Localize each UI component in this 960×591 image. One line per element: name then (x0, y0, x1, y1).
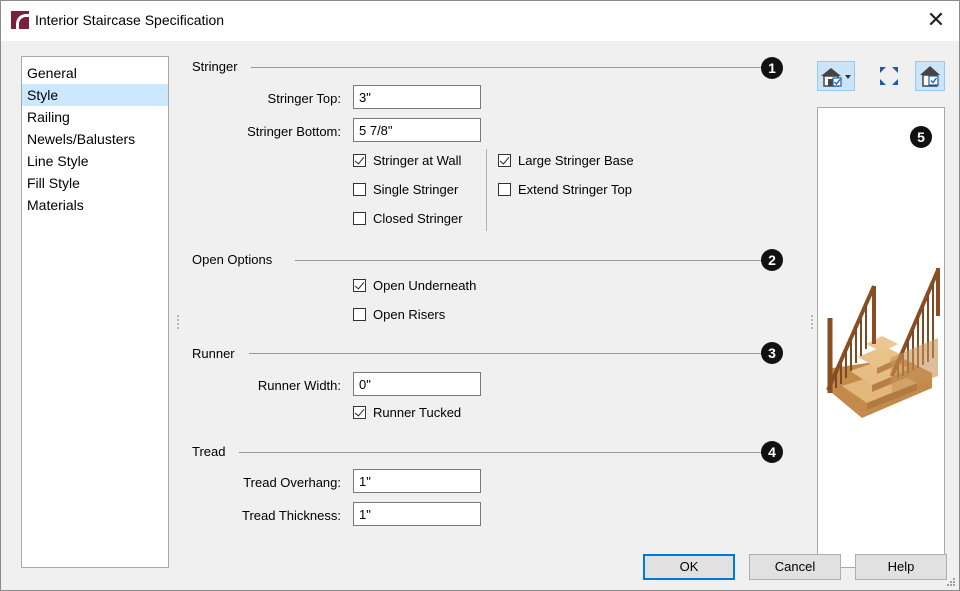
dialog-window: Interior Staircase Specification ✕ Gener… (0, 0, 960, 591)
callout-badge-2: 2 (761, 249, 783, 271)
checkbox-label: Runner Tucked (373, 405, 462, 420)
stringer-bottom-input[interactable] (353, 118, 481, 142)
nav-item-general[interactable]: General (22, 62, 168, 84)
checkbox-label: Large Stringer Base (518, 153, 634, 168)
stringer-top-label: Stringer Top: (267, 91, 341, 106)
nav-item-railing[interactable]: Railing (22, 106, 168, 128)
view-type-dropdown-button[interactable] (817, 61, 855, 91)
checkbox-unchecked-icon (498, 183, 511, 196)
house-preview-icon (920, 66, 940, 87)
callout-badge-5: 5 (910, 126, 932, 148)
staircase-preview-pane: 5 (817, 107, 945, 568)
category-list: General Style Railing Newels/Balusters L… (21, 56, 169, 568)
tread-overhang-input[interactable] (353, 469, 481, 493)
runner-width-input[interactable] (353, 372, 481, 396)
checkbox-label: Open Underneath (373, 278, 477, 293)
checkbox-label: Stringer at Wall (373, 153, 462, 168)
extend-stringer-top-checkbox[interactable]: Extend Stringer Top (498, 182, 632, 197)
stringer-bottom-label: Stringer Bottom: (247, 124, 341, 139)
stringer-at-wall-checkbox[interactable]: Stringer at Wall (353, 153, 461, 168)
open-risers-checkbox[interactable]: Open Risers (353, 307, 445, 322)
section-divider (249, 353, 761, 354)
callout-badge-1: 1 (761, 57, 783, 79)
checkbox-label: Single Stringer (373, 182, 459, 197)
checkbox-checked-icon (353, 279, 366, 292)
closed-stringer-checkbox[interactable]: Closed Stringer (353, 211, 463, 226)
app-logo-icon (11, 11, 29, 31)
stringer-top-input[interactable] (353, 85, 481, 109)
checkbox-checked-icon (353, 406, 366, 419)
checkbox-checked-icon (353, 154, 366, 167)
checkbox-checked-icon (498, 154, 511, 167)
nav-item-fill-style[interactable]: Fill Style (22, 172, 168, 194)
window-title: Interior Staircase Specification (35, 12, 225, 28)
tread-overhang-label: Tread Overhang: (243, 475, 341, 490)
house-view-icon (821, 68, 851, 87)
tread-thickness-input[interactable] (353, 502, 481, 526)
checkbox-label: Closed Stringer (373, 211, 463, 226)
runner-tucked-checkbox[interactable]: Runner Tucked (353, 405, 461, 420)
fill-window-icon (880, 67, 898, 85)
callout-badge-4: 4 (761, 441, 783, 463)
section-title-tread: Tread (192, 444, 226, 459)
nav-item-line-style[interactable]: Line Style (22, 150, 168, 172)
close-icon[interactable]: ✕ (923, 7, 949, 33)
preview-toggle-button[interactable] (915, 61, 945, 91)
nav-item-materials[interactable]: Materials (22, 194, 168, 216)
tread-thickness-label: Tread Thickness: (242, 508, 341, 523)
checkbox-label: Extend Stringer Top (518, 182, 632, 197)
help-button[interactable]: Help (855, 554, 947, 580)
resize-grip-icon[interactable] (945, 576, 955, 586)
section-title-open-options: Open Options (192, 252, 273, 267)
checkbox-unchecked-icon (353, 183, 366, 196)
cancel-button[interactable]: Cancel (749, 554, 841, 580)
section-divider (295, 260, 761, 261)
open-underneath-checkbox[interactable]: Open Underneath (353, 278, 476, 293)
splitter-grip-right[interactable] (811, 315, 813, 329)
section-divider (239, 452, 761, 453)
checkbox-unchecked-icon (353, 212, 366, 225)
section-title-runner: Runner (192, 346, 235, 361)
section-divider (251, 67, 761, 68)
fill-window-button[interactable] (873, 61, 905, 91)
title-bar: Interior Staircase Specification ✕ (1, 1, 959, 41)
staircase-3d-image (826, 268, 940, 418)
checkbox-unchecked-icon (353, 308, 366, 321)
callout-badge-3: 3 (761, 342, 783, 364)
ok-button[interactable]: OK (643, 554, 735, 580)
large-stringer-base-checkbox[interactable]: Large Stringer Base (498, 153, 634, 168)
splitter-grip-left[interactable] (177, 315, 179, 329)
section-title-stringer: Stringer (192, 59, 238, 74)
column-separator (486, 149, 487, 231)
checkbox-label: Open Risers (373, 307, 446, 322)
nav-item-newels-balusters[interactable]: Newels/Balusters (22, 128, 168, 150)
nav-item-style[interactable]: Style (22, 84, 168, 106)
single-stringer-checkbox[interactable]: Single Stringer (353, 182, 458, 197)
runner-width-label: Runner Width: (257, 378, 341, 393)
